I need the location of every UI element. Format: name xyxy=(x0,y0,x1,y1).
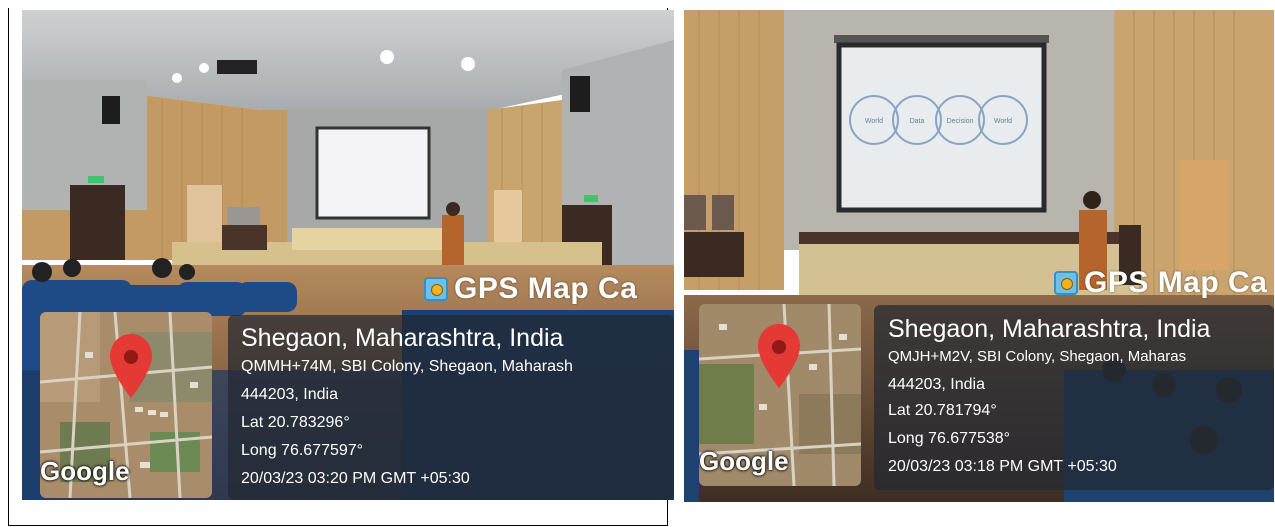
datetime-text: 20/03/23 03:18 PM GMT +05:30 xyxy=(888,458,1117,475)
auditorium-photo-left: GPS Map Ca Google Shegaon, Maharashtra, … xyxy=(22,10,674,500)
latitude-text: Lat 20.781794° xyxy=(888,402,997,419)
stamp-app-title: GPS Map Ca xyxy=(424,272,637,306)
longitude-text: Long 76.677538° xyxy=(888,430,1011,447)
longitude-text: Long 76.677597° xyxy=(241,442,364,459)
address-line-1: QMMH+74M, SBI Colony, Shegaon, Maharash xyxy=(241,358,573,375)
slide-label-4: World xyxy=(994,118,1012,125)
slide-label-1: World xyxy=(865,118,883,125)
gps-camera-icon xyxy=(1054,271,1078,295)
latitude-text: Lat 20.783296° xyxy=(241,414,350,431)
slide-label-2: Data xyxy=(910,118,925,125)
address-line-1: QMJH+M2V, SBI Colony, Shegaon, Maharas xyxy=(888,348,1187,365)
location-title: Shegaon, Maharashtra, India xyxy=(888,315,1211,343)
map-thumbnail: Google xyxy=(699,304,861,486)
datetime-text: 20/03/23 03:20 PM GMT +05:30 xyxy=(241,470,470,487)
app-title-text: GPS Map Ca xyxy=(454,272,638,305)
stamp-app-title: GPS Map Ca xyxy=(1054,266,1267,300)
location-title: Shegaon, Maharashtra, India xyxy=(241,324,564,352)
google-logo: Google xyxy=(40,456,130,486)
gps-camera-icon xyxy=(424,277,448,301)
address-line-2: 444203, India xyxy=(241,386,338,403)
address-line-2: 444203, India xyxy=(888,376,985,393)
map-thumbnail: Google xyxy=(40,312,212,498)
app-title-text: GPS Map Ca xyxy=(1084,266,1268,299)
google-logo: Google xyxy=(699,446,789,476)
slide-label-3: Decision xyxy=(947,118,974,125)
auditorium-photo-right: World Data Decision World GPS Map Ca Goo… xyxy=(684,10,1274,502)
